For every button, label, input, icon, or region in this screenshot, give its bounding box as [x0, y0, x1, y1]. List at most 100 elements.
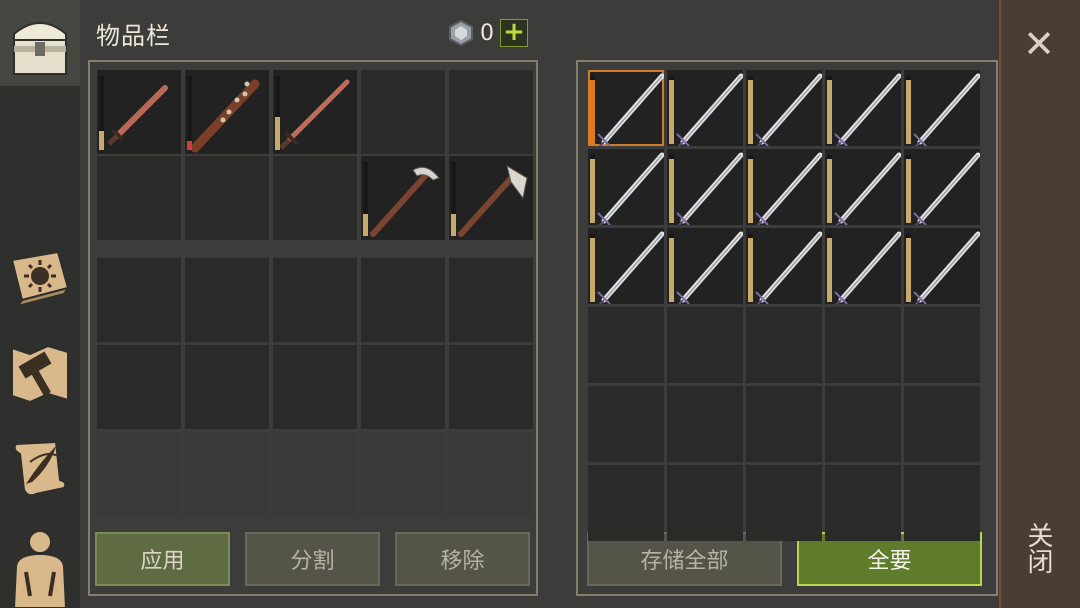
storage-slot-empty[interactable] — [588, 465, 664, 541]
durability-fill — [827, 80, 832, 144]
inventory-slot-empty — [273, 432, 357, 516]
storage-slot-empty[interactable] — [588, 307, 664, 383]
durability-bar — [275, 76, 280, 150]
durability-fill — [99, 131, 104, 150]
close-panel[interactable]: ✕ 关闭 — [999, 0, 1080, 608]
storage-slot-empty[interactable] — [904, 386, 980, 462]
tab-character[interactable] — [0, 520, 80, 608]
storage-slot-steel-sword[interactable] — [904, 228, 980, 304]
inventory-slot-empty[interactable] — [273, 258, 357, 342]
durability-bar — [906, 76, 911, 144]
durability-bar — [669, 155, 674, 223]
inventory-slot-spiked-club[interactable] — [185, 70, 269, 154]
storage-slot-steel-sword[interactable] — [825, 228, 901, 304]
durability-fill — [748, 80, 753, 144]
hatchet-icon — [458, 164, 528, 237]
pickaxe-icon — [370, 166, 440, 237]
storage-slot-empty[interactable] — [825, 386, 901, 462]
inventory-screen: 物品栏 0 + 应用 分割 移除 存储全部 全要 ✕ 关闭 — [0, 0, 1080, 608]
storage-slot-steel-sword[interactable] — [667, 228, 743, 304]
steel-sword-icon — [834, 73, 901, 146]
steel-sword-icon — [597, 231, 664, 304]
durability-fill — [906, 238, 911, 302]
tab-crafting[interactable] — [0, 330, 80, 416]
storage-slot-steel-sword[interactable] — [825, 149, 901, 225]
inventory-slot-empty[interactable] — [185, 258, 269, 342]
storage-slot-steel-sword[interactable] — [588, 228, 664, 304]
durability-fill — [827, 159, 832, 223]
sun-book-icon — [10, 250, 71, 308]
storage-slot-steel-sword[interactable] — [667, 149, 743, 225]
steel-sword-icon — [834, 231, 901, 304]
durability-bar — [906, 155, 911, 223]
spiked-club-icon — [190, 79, 260, 153]
inventory-slot-empty — [185, 432, 269, 516]
storage-slot-empty[interactable] — [667, 386, 743, 462]
durability-bar — [451, 162, 456, 236]
inventory-slot-empty[interactable] — [361, 70, 445, 154]
tab-skills[interactable] — [0, 232, 80, 318]
durability-bar — [748, 234, 753, 302]
inventory-slot-short-sword[interactable] — [97, 70, 181, 154]
storage-slot-steel-sword[interactable] — [904, 70, 980, 146]
inventory-slot-empty[interactable] — [97, 258, 181, 342]
storage-slot-steel-sword[interactable] — [588, 149, 664, 225]
inventory-slot-empty[interactable] — [361, 258, 445, 342]
inventory-slot-empty[interactable] — [273, 345, 357, 429]
durability-fill — [906, 159, 911, 223]
storage-slot-empty[interactable] — [746, 386, 822, 462]
inventory-slot-empty[interactable] — [97, 345, 181, 429]
inventory-slot-empty[interactable] — [449, 345, 533, 429]
inventory-slot-empty[interactable] — [449, 258, 533, 342]
inventory-slot-empty — [361, 432, 445, 516]
inventory-slot-pickaxe[interactable] — [361, 156, 445, 240]
inventory-slot-hatchet[interactable] — [449, 156, 533, 240]
remove-button[interactable]: 移除 — [395, 532, 530, 586]
storage-slot-empty[interactable] — [588, 386, 664, 462]
close-label[interactable]: 关闭 — [1023, 522, 1057, 574]
storage-slot-empty[interactable] — [667, 307, 743, 383]
storage-slot-steel-sword[interactable] — [904, 149, 980, 225]
durability-bar — [669, 234, 674, 302]
durability-fill — [187, 141, 192, 150]
inventory-slot-empty[interactable] — [449, 70, 533, 154]
storage-slot-empty[interactable] — [904, 307, 980, 383]
storage-slot-empty[interactable] — [746, 307, 822, 383]
steel-sword-icon — [913, 73, 980, 146]
storage-slot-empty[interactable] — [825, 307, 901, 383]
durability-fill — [906, 80, 911, 144]
steel-sword-icon — [597, 73, 664, 146]
durability-fill — [590, 159, 595, 223]
inventory-slot-empty[interactable] — [185, 156, 269, 240]
storage-slot-steel-sword[interactable] — [746, 228, 822, 304]
durability-fill — [748, 238, 753, 302]
inventory-slot-empty[interactable] — [97, 156, 181, 240]
storage-slot-empty[interactable] — [667, 465, 743, 541]
durability-bar — [827, 234, 832, 302]
steel-sword-icon — [676, 73, 743, 146]
inventory-slot-empty[interactable] — [273, 156, 357, 240]
apply-button[interactable]: 应用 — [95, 532, 230, 586]
storage-slot-steel-sword[interactable] — [667, 70, 743, 146]
steel-sword-icon — [755, 73, 822, 146]
steel-sword-icon — [913, 231, 980, 304]
storage-slot-empty[interactable] — [825, 465, 901, 541]
inventory-slot-long-sword[interactable] — [273, 70, 357, 154]
storage-slot-steel-sword[interactable] — [746, 149, 822, 225]
storage-slot-steel-sword[interactable] — [825, 70, 901, 146]
tab-quests[interactable] — [0, 426, 80, 512]
tab-inventory[interactable] — [0, 0, 80, 86]
steel-sword-icon — [755, 231, 822, 304]
steel-sword-icon — [913, 152, 980, 225]
durability-bar — [827, 76, 832, 144]
inventory-slot-empty[interactable] — [361, 345, 445, 429]
split-button[interactable]: 分割 — [245, 532, 380, 586]
storage-slot-steel-sword[interactable] — [588, 70, 664, 146]
close-icon[interactable]: ✕ — [1019, 24, 1059, 64]
durability-bar — [590, 234, 595, 302]
storage-slot-steel-sword[interactable] — [746, 70, 822, 146]
storage-slot-empty[interactable] — [904, 465, 980, 541]
add-currency-button[interactable]: + — [500, 17, 528, 47]
inventory-slot-empty[interactable] — [185, 345, 269, 429]
storage-slot-empty[interactable] — [746, 465, 822, 541]
